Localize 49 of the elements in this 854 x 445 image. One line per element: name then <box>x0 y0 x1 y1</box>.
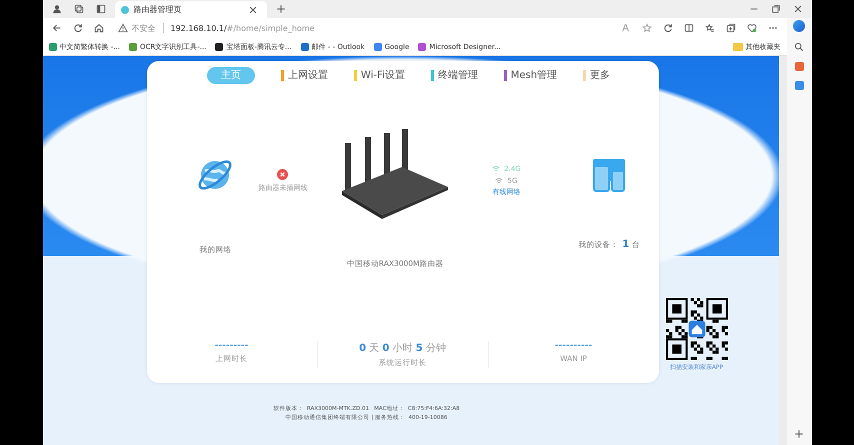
favorites-icon[interactable] <box>704 23 714 33</box>
close-icon[interactable] <box>248 4 258 14</box>
wifi-icon <box>495 177 504 185</box>
search-icon[interactable] <box>794 42 804 52</box>
url-path: #/home/simple_home <box>226 24 314 32</box>
bookmark-favicon-icon <box>215 42 224 50</box>
reload-icon[interactable] <box>72 23 82 33</box>
nav-tab[interactable]: 更多 <box>583 70 610 80</box>
copilot-icon[interactable] <box>793 20 805 32</box>
bookmark-favicon-icon <box>300 42 309 50</box>
refresh-icon[interactable] <box>662 23 672 33</box>
bookmark-favicon-icon <box>418 42 426 50</box>
nav-tab[interactable]: 终端管理 <box>430 70 478 80</box>
browser-tab[interactable]: 路由器管理页 <box>114 1 266 18</box>
bookmark-favicon-icon <box>128 42 137 50</box>
nav-tab[interactable]: Mesh管理 <box>504 70 558 80</box>
back-icon[interactable] <box>52 23 62 33</box>
folder-icon <box>732 42 742 50</box>
home-icon[interactable] <box>94 23 104 33</box>
workspaces-icon[interactable] <box>74 4 84 14</box>
warning-icon <box>118 23 128 33</box>
collections-icon[interactable] <box>726 23 736 33</box>
url-host: 192.168.10.1/ <box>170 24 227 32</box>
new-tab-icon[interactable] <box>276 4 286 14</box>
placeholder-value: --------- <box>214 341 248 351</box>
tab-title: 路由器管理页 <box>134 4 182 15</box>
read-aloud-icon[interactable] <box>620 23 630 33</box>
site-favicon-icon <box>120 6 128 14</box>
bookmark-favicon-icon <box>48 42 56 50</box>
favorite-star-icon[interactable] <box>642 23 652 33</box>
nav-tab[interactable]: Wi-Fi设置 <box>354 70 405 80</box>
add-icon[interactable] <box>794 429 804 439</box>
security-warning: 不安全 <box>132 22 156 34</box>
devices-icon <box>591 157 628 193</box>
profile-icon[interactable] <box>52 4 62 14</box>
app-icon[interactable] <box>794 81 804 90</box>
tab-actions-icon[interactable] <box>96 4 106 14</box>
close-icon[interactable] <box>792 4 802 14</box>
devices-count: 1 <box>622 239 630 250</box>
extensions-icon[interactable] <box>746 23 756 33</box>
split-screen-icon[interactable] <box>684 23 694 33</box>
bookmark-favicon-icon <box>374 42 382 50</box>
restore-icon[interactable] <box>770 4 780 14</box>
qr-code <box>666 298 728 360</box>
error-icon <box>277 169 288 180</box>
placeholder-value: ---------- <box>554 341 592 351</box>
wifi-icon <box>492 165 500 173</box>
uptime-value: 0 天 0 小时 5 分钟 <box>359 342 446 355</box>
nav-tab[interactable]: 上网设置 <box>280 70 328 80</box>
